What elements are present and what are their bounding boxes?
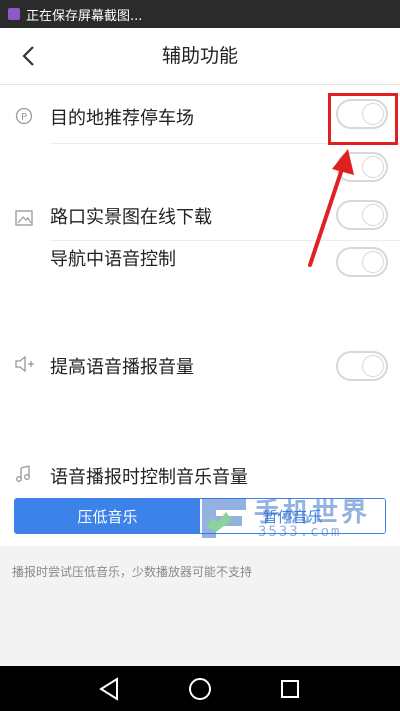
- parking-icon: P: [15, 107, 33, 125]
- music-control-section: 语音播报时控制音乐音量 压低音乐 暂停音乐: [0, 450, 400, 546]
- image-icon: [15, 210, 33, 226]
- annotation-arrow: [308, 149, 354, 267]
- header: 辅助功能: [0, 28, 400, 85]
- music-mode-selector: 压低音乐 暂停音乐: [14, 498, 386, 534]
- footnote: 播报时尝试压低音乐，少数播放器可能不支持: [12, 565, 253, 579]
- parking-label: 目的地推荐停车场: [50, 108, 194, 129]
- back-triangle-icon[interactable]: [95, 674, 125, 704]
- volume-boost-toggle[interactable]: [336, 351, 388, 381]
- volume-up-icon: [15, 356, 34, 372]
- road-map-download-label: 路口实景图在线下载: [50, 207, 212, 228]
- recents-square-icon[interactable]: [275, 674, 305, 704]
- lower-music-option[interactable]: 压低音乐: [15, 499, 200, 533]
- status-notification-text: 正在保存屏幕截图...: [26, 8, 143, 24]
- page-title: 辅助功能: [161, 45, 238, 67]
- voice-control-label: 导航中语音控制: [50, 249, 176, 270]
- svg-text:P: P: [21, 112, 27, 123]
- highlight-box: [328, 93, 398, 145]
- music-control-label: 语音播报时控制音乐音量: [50, 467, 248, 488]
- music-note-icon: [16, 465, 30, 482]
- navigation-bar: [0, 666, 400, 711]
- volume-boost-label: 提高语音播报音量: [50, 357, 194, 378]
- home-circle-icon[interactable]: [185, 674, 215, 704]
- pause-music-option[interactable]: 暂停音乐: [200, 499, 385, 533]
- notification-app-icon: [8, 8, 20, 20]
- status-bar: 正在保存屏幕截图...: [0, 0, 400, 28]
